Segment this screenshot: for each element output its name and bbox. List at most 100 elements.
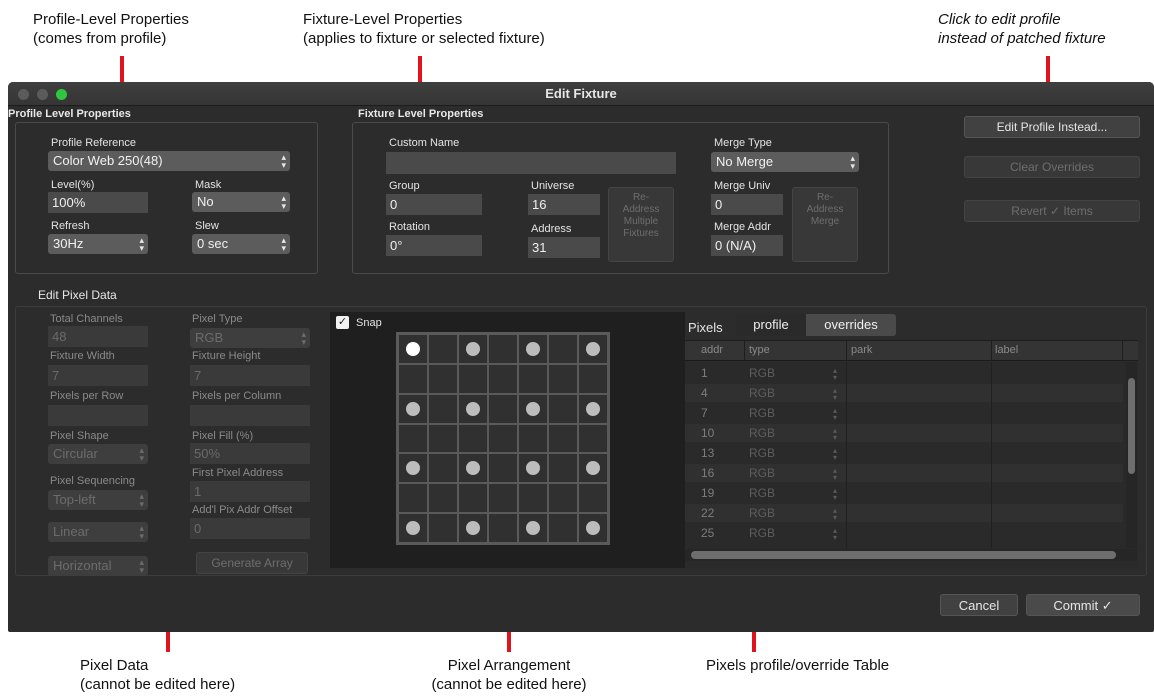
mask-select[interactable]: No ▴ ▾ (192, 192, 290, 212)
pixel-dot (526, 401, 540, 416)
column-divider (991, 362, 992, 548)
table-row[interactable]: 16 RGB ▴ ▾ (685, 464, 1123, 482)
select-arrows-icon: ▴ ▾ (833, 366, 838, 382)
grid-cell (518, 363, 548, 394)
table-row[interactable]: 22 RGB ▴ ▾ (685, 504, 1123, 522)
grid-cell (548, 513, 578, 543)
first-pixel-address-field: 1 (190, 481, 310, 502)
merge-addr-field[interactable]: 0 (N/A) (711, 235, 783, 256)
addl-offset-field: 0 (190, 518, 310, 539)
merge-univ-field[interactable]: 0 (711, 194, 783, 215)
table-row[interactable]: 25 RGB ▴ ▾ (685, 524, 1123, 542)
cell-addr: 19 (701, 486, 715, 500)
custom-name-field[interactable] (386, 152, 676, 174)
edit-profile-instead-button[interactable]: Edit Profile Instead... (964, 116, 1140, 138)
total-channels-label: Total Channels (50, 313, 123, 325)
table-row[interactable]: 13 RGB ▴ ▾ (685, 444, 1123, 462)
grid-cell (428, 483, 458, 514)
grid-cell (428, 513, 458, 543)
table-row[interactable]: 1 RGB ▴ ▾ (685, 364, 1123, 382)
grid-cell (458, 363, 488, 394)
select-arrows-icon: ▴ ▾ (833, 426, 838, 442)
custom-name-label: Custom Name (389, 137, 460, 149)
callout-pixels-table: Pixels profile/override Table (706, 657, 890, 674)
table-row[interactable]: 10 RGB ▴ ▾ (685, 424, 1123, 442)
slew-select[interactable]: 0 sec ▴ ▾ (192, 234, 290, 254)
col-header-type[interactable]: type (749, 344, 770, 356)
cell-type[interactable]: RGB (749, 466, 775, 480)
grid-cell (518, 453, 548, 484)
pixel-dot (586, 341, 600, 356)
address-label: Address (531, 223, 572, 235)
grid-cell (428, 393, 458, 424)
cell-type[interactable]: RGB (749, 406, 775, 420)
readdress-multiple-button[interactable]: Re- Address Multiple Fixtures (608, 187, 674, 262)
cell-type[interactable]: RGB (749, 386, 775, 400)
profile-reference-label: Profile Reference (51, 137, 136, 149)
merge-type-select[interactable]: No Merge ▴ ▾ (711, 152, 859, 172)
select-arrows-icon: ▴ ▾ (833, 506, 838, 522)
profile-reference-select[interactable]: Color Web 250(48) ▴ ▾ (48, 151, 290, 171)
column-divider (744, 341, 745, 361)
group-label: Group (389, 180, 420, 192)
cell-type[interactable]: RGB (749, 446, 775, 460)
cancel-button[interactable]: Cancel (940, 594, 1018, 616)
rotation-label: Rotation (389, 221, 430, 233)
clear-overrides-button[interactable]: Clear Overrides (964, 156, 1140, 178)
fixture-height-label: Fixture Height (192, 350, 261, 362)
total-channels-field: 48 (48, 326, 148, 347)
pixels-per-row-label: Pixels per Row (50, 390, 124, 402)
cell-addr: 13 (701, 446, 715, 460)
readdress-merge-button[interactable]: Re- Address Merge (792, 187, 858, 262)
rotation-field[interactable]: 0° (386, 235, 482, 256)
select-arrows-icon: ▴ ▾ (139, 445, 144, 463)
snap-checkbox[interactable]: ✓ (336, 316, 349, 329)
grid-cell (458, 423, 488, 454)
group-field[interactable]: 0 (386, 194, 482, 215)
callout-pixel-data: Pixel Data (cannot be edited here) (80, 657, 236, 693)
grid-cell (518, 513, 548, 543)
grid-cell (398, 483, 428, 514)
merge-addr-label: Merge Addr (714, 221, 771, 233)
cell-type[interactable]: RGB (749, 366, 775, 380)
cell-type[interactable]: RGB (749, 426, 775, 440)
grid-cell (458, 453, 488, 484)
cell-type[interactable]: RGB (749, 486, 775, 500)
tab-overrides[interactable]: overrides (806, 314, 896, 336)
universe-label: Universe (531, 180, 575, 192)
grid-cell (458, 483, 488, 514)
pixel-dot (466, 461, 480, 476)
vertical-scrollbar[interactable] (1126, 362, 1137, 548)
col-header-label[interactable]: label (995, 344, 1018, 356)
universe-field[interactable]: 16 (528, 194, 600, 215)
level-field[interactable]: 100% (48, 192, 148, 213)
horizontal-scrollbar[interactable] (685, 549, 1137, 561)
revert-items-button[interactable]: Revert ✓ Items (964, 200, 1140, 222)
cell-addr: 22 (701, 506, 715, 520)
pixel-grid (396, 332, 610, 545)
cell-addr: 16 (701, 466, 715, 480)
tab-profile[interactable]: profile (736, 314, 806, 336)
address-field[interactable]: 31 (528, 237, 600, 258)
pixels-per-column-field (190, 405, 310, 426)
grid-cell (548, 363, 578, 394)
vertical-scrollbar-thumb[interactable] (1128, 378, 1135, 474)
commit-button[interactable]: Commit ✓ (1026, 594, 1140, 616)
pixel-dot (586, 521, 600, 536)
col-header-addr[interactable]: addr (701, 344, 723, 356)
pixels-per-column-label: Pixels per Column (192, 390, 282, 402)
grid-cell (398, 393, 428, 424)
table-row[interactable]: 4 RGB ▴ ▾ (685, 384, 1123, 402)
cell-type[interactable]: RGB (749, 526, 775, 540)
select-arrows-icon: ▴ ▾ (833, 486, 838, 502)
grid-cell (428, 363, 458, 394)
cell-addr: 4 (701, 386, 708, 400)
edit-fixture-window: Edit Fixture Profile Level Properties Pr… (8, 82, 1154, 632)
refresh-select[interactable]: 30Hz ▴ ▾ (48, 234, 148, 254)
grid-cell (488, 483, 518, 514)
table-row[interactable]: 19 RGB ▴ ▾ (685, 484, 1123, 502)
horizontal-scrollbar-thumb[interactable] (691, 551, 1116, 559)
cell-type[interactable]: RGB (749, 506, 775, 520)
table-row[interactable]: 7 RGB ▴ ▾ (685, 404, 1123, 422)
col-header-park[interactable]: park (851, 344, 872, 356)
